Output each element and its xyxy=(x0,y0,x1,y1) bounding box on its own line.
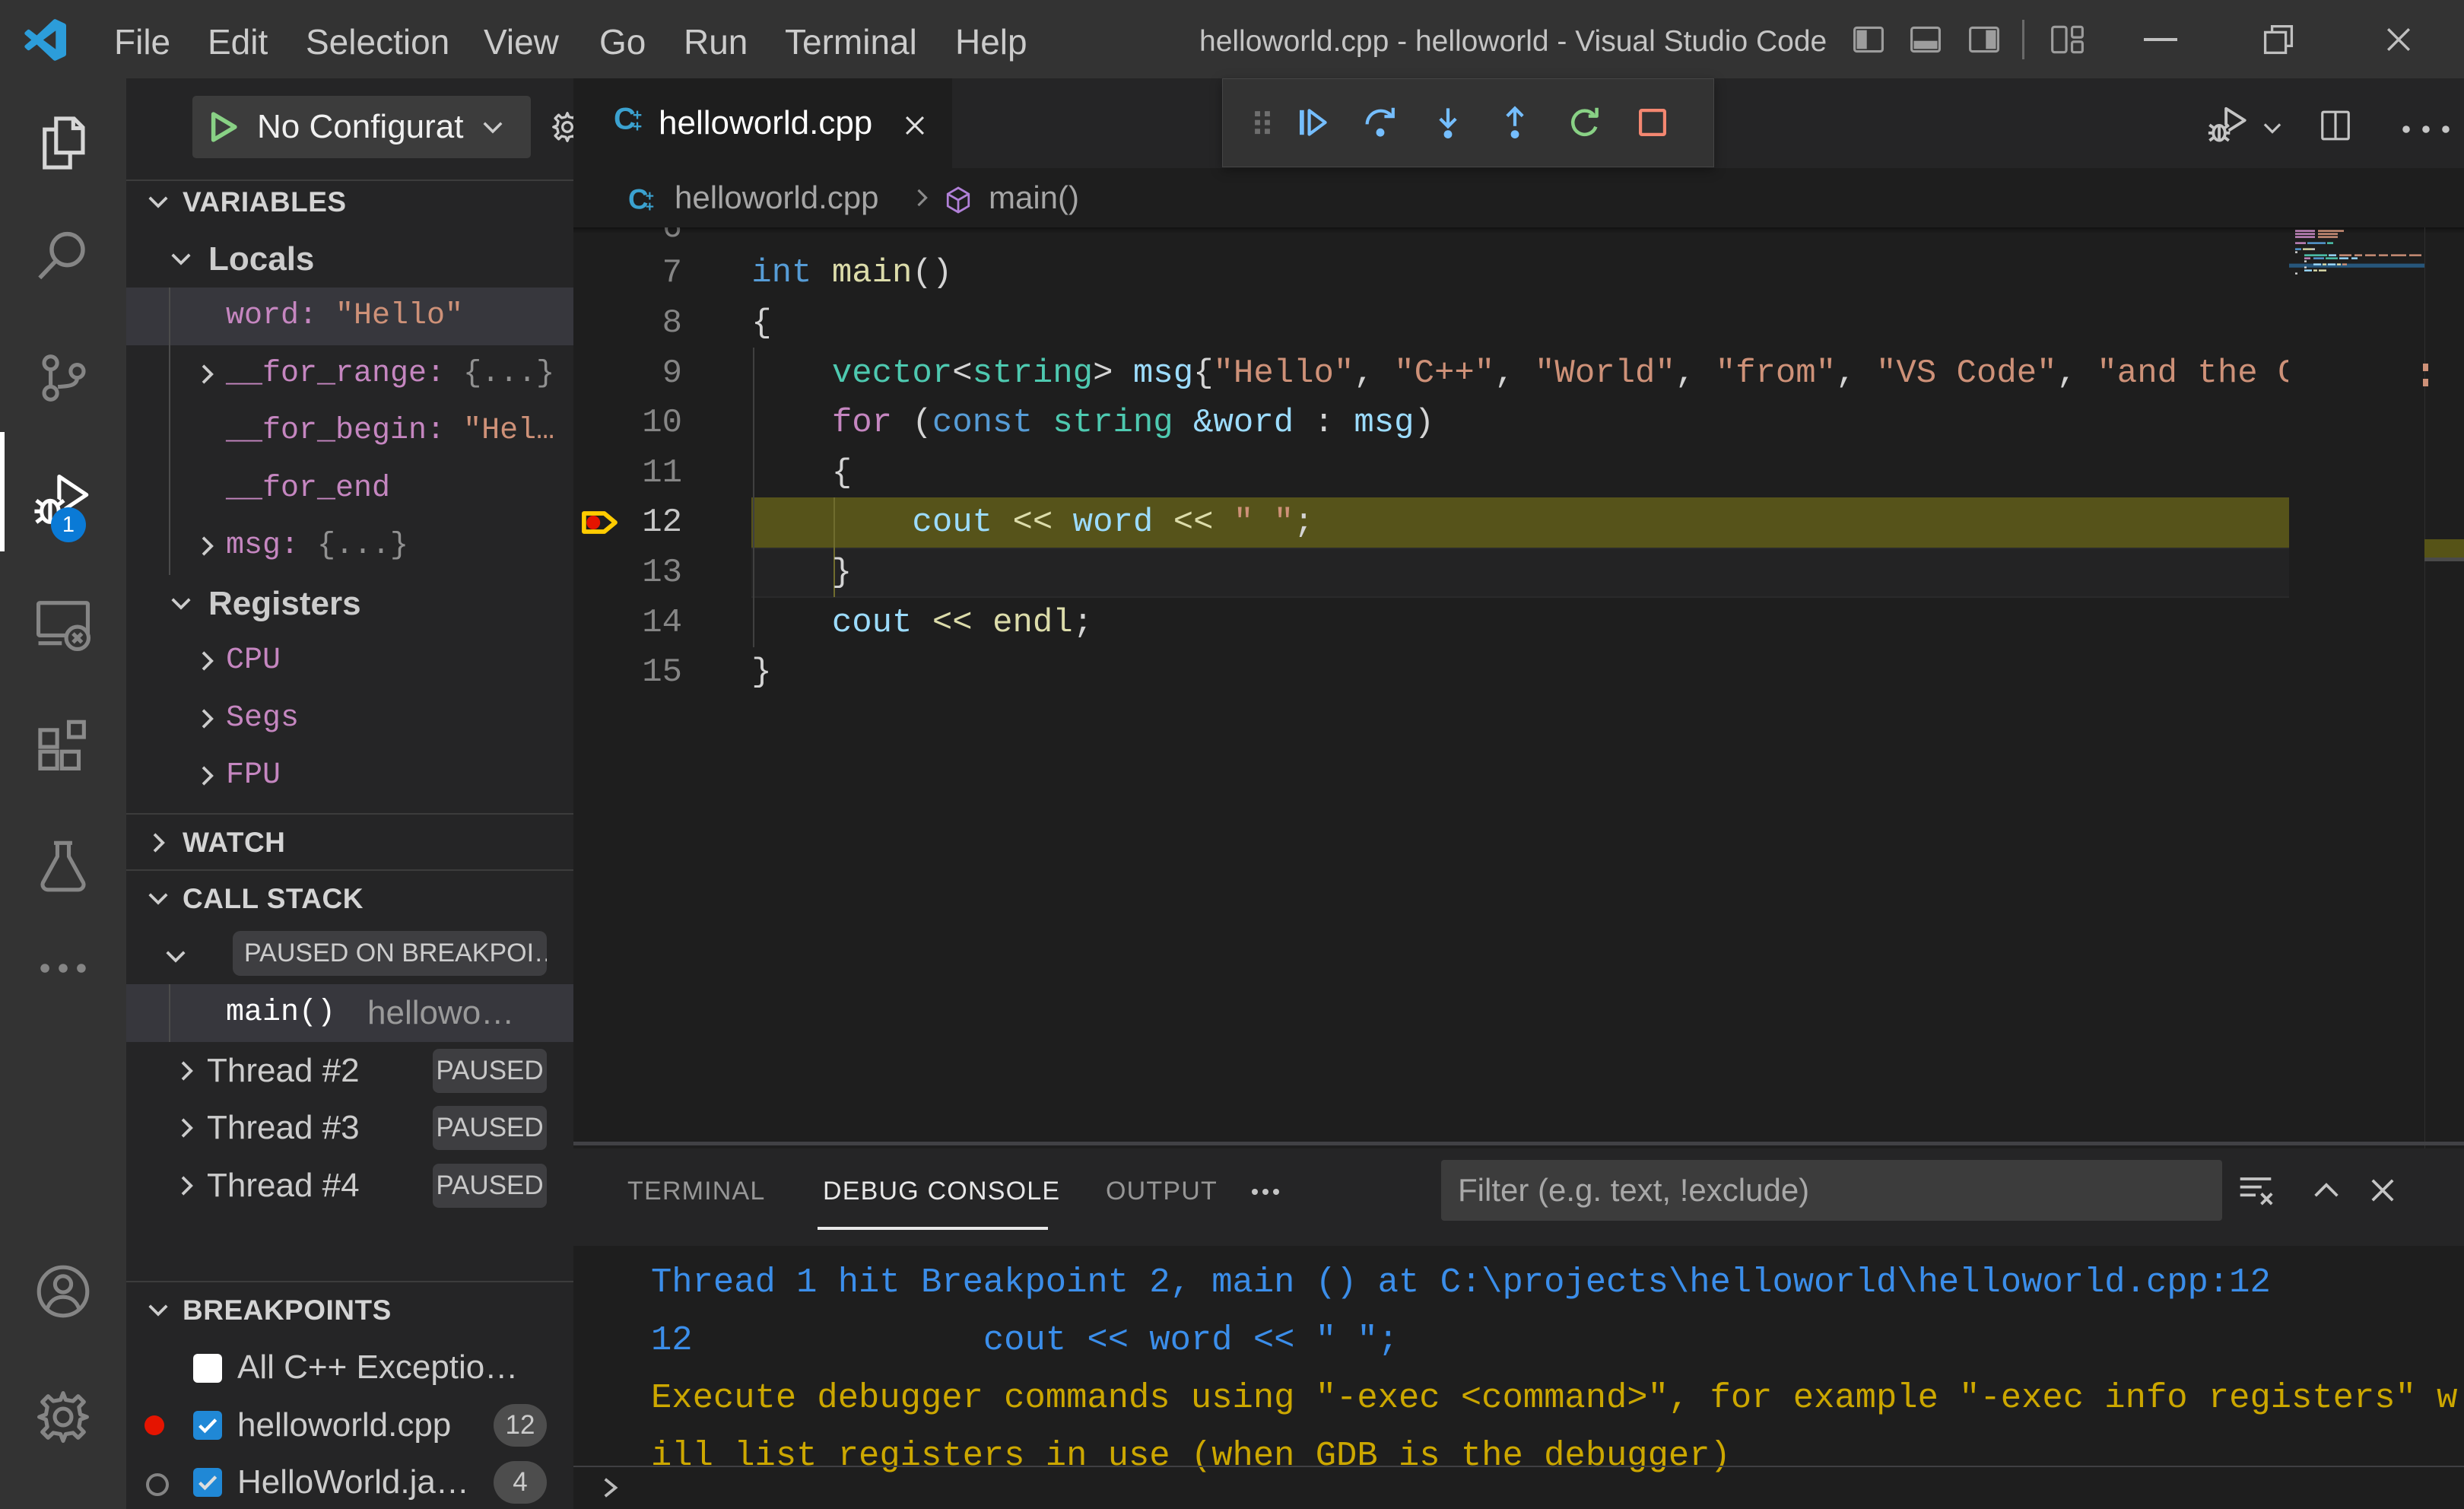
svg-text:+: + xyxy=(633,118,642,135)
svg-text:+: + xyxy=(646,199,654,215)
